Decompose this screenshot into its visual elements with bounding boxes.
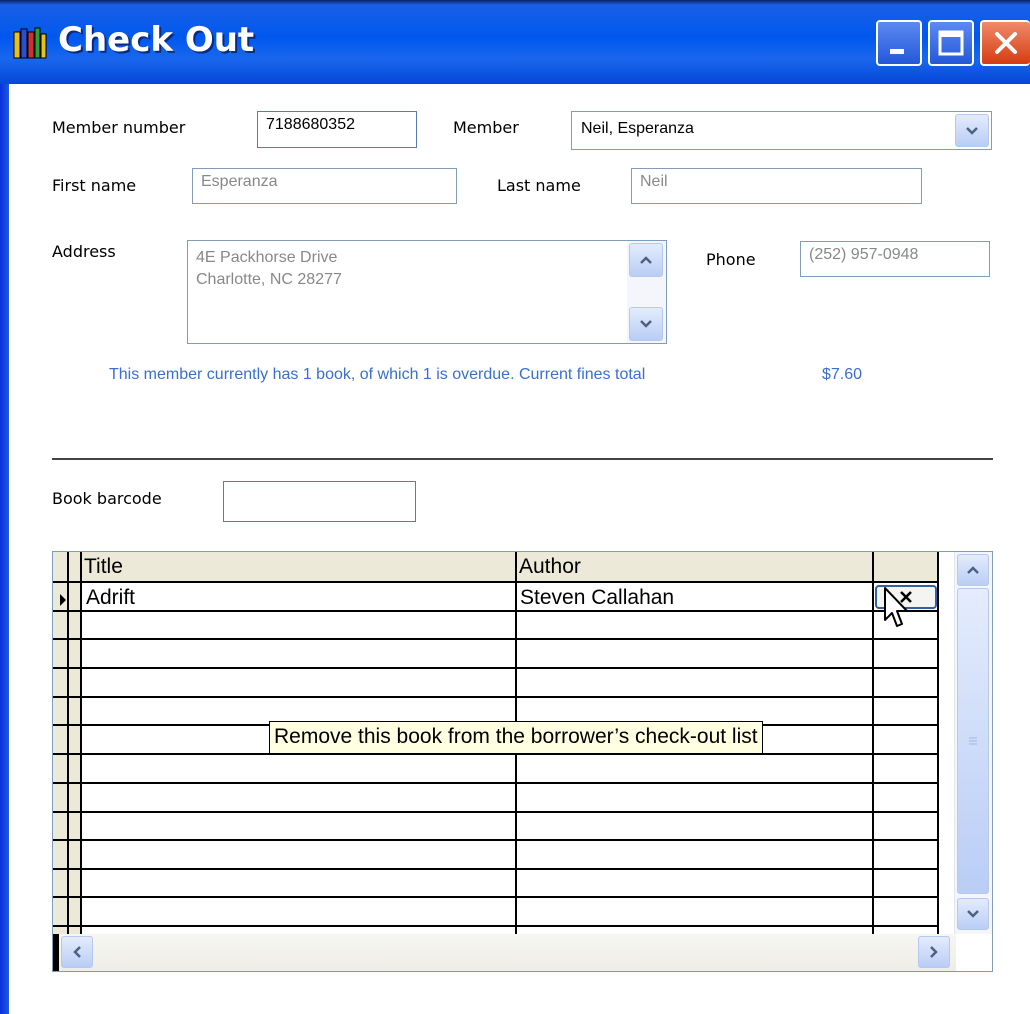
- cell-author[interactable]: Steven Callahan: [520, 586, 674, 610]
- phone-field[interactable]: (252) 957-0948: [800, 241, 990, 277]
- window-title: Check Out: [58, 20, 255, 60]
- grid-line: [53, 782, 939, 784]
- section-divider: [52, 458, 993, 460]
- member-number-value: 7188680352: [266, 116, 355, 133]
- address-scroll-down-button[interactable]: [629, 307, 663, 341]
- grid-horizontal-scrollbar[interactable]: [53, 934, 956, 971]
- chevron-up-icon: [640, 256, 652, 264]
- title-bar[interactable]: Check Out: [0, 0, 1030, 84]
- grid-vertical-scrollbar[interactable]: [954, 552, 992, 934]
- current-row-indicator: [60, 594, 66, 606]
- last-name-field[interactable]: Neil: [631, 168, 922, 204]
- cell-title[interactable]: Adrift: [86, 586, 135, 610]
- book-barcode-input[interactable]: [223, 481, 416, 522]
- grid-line: [53, 896, 939, 898]
- member-label: Member: [453, 118, 519, 137]
- grid-line: [53, 610, 939, 612]
- close-icon: [995, 32, 1017, 54]
- address-scrollbar[interactable]: [627, 241, 666, 343]
- address-label: Address: [52, 242, 116, 261]
- grip-icon: [969, 737, 977, 745]
- address-line-1: 4E Packhorse Drive: [196, 249, 338, 266]
- minimize-icon: [890, 49, 904, 54]
- grid-header: Title Author: [53, 552, 939, 583]
- chevron-right-icon: [930, 946, 938, 958]
- member-number-label: Member number: [52, 118, 186, 137]
- maximize-button[interactable]: [928, 20, 974, 66]
- grid-line: [53, 638, 939, 640]
- grid-scroll-down-button[interactable]: [957, 898, 989, 930]
- grid-scroll-left-button[interactable]: [61, 936, 93, 968]
- column-header-author[interactable]: Author: [516, 552, 872, 581]
- record-marker: [53, 934, 59, 971]
- grid-scroll-up-button[interactable]: [957, 554, 989, 586]
- first-name-label: First name: [52, 176, 137, 195]
- grid-line: [53, 868, 939, 870]
- grid-line: [53, 667, 939, 669]
- last-name-value: Neil: [640, 173, 668, 190]
- grid-scroll-right-button[interactable]: [918, 936, 950, 968]
- member-select-value: Neil, Esperanza: [581, 120, 694, 137]
- close-button[interactable]: [980, 20, 1030, 66]
- minimize-button[interactable]: [876, 20, 922, 66]
- chevron-left-icon: [73, 946, 81, 958]
- chevron-down-icon: [640, 320, 652, 328]
- grid-line: [53, 811, 939, 813]
- window-frame: [0, 0, 9, 1014]
- checkout-grid[interactable]: Title Author Adrift Steven Callahan: [52, 551, 993, 972]
- library-books-icon: [13, 27, 47, 59]
- mouse-cursor-icon: [884, 587, 908, 627]
- maximize-icon: [938, 30, 964, 56]
- grid-line: [53, 696, 939, 698]
- member-dropdown-button[interactable]: [955, 114, 989, 147]
- remove-book-tooltip: Remove this book from the borrower’s che…: [269, 721, 763, 754]
- grid-scroll-thumb[interactable]: [957, 588, 989, 894]
- column-header-title[interactable]: Title: [81, 552, 515, 581]
- member-select[interactable]: Neil, Esperanza: [571, 111, 992, 150]
- grid-line: [53, 839, 939, 841]
- address-scroll-up-button[interactable]: [629, 243, 663, 277]
- fines-total: $7.60: [822, 366, 863, 383]
- grid-line: [53, 925, 939, 927]
- first-name-field[interactable]: Esperanza: [192, 168, 457, 204]
- first-name-value: Esperanza: [201, 173, 278, 190]
- address-text: 4E Packhorse Drive Charlotte, NC 28277: [196, 247, 342, 291]
- chevron-down-icon: [966, 126, 978, 135]
- address-field[interactable]: 4E Packhorse Drive Charlotte, NC 28277: [187, 240, 667, 344]
- book-barcode-label: Book barcode: [52, 489, 162, 508]
- last-name-label: Last name: [497, 176, 581, 195]
- address-line-2: Charlotte, NC 28277: [196, 271, 342, 288]
- member-number-input[interactable]: 7188680352: [257, 111, 417, 148]
- chevron-up-icon: [967, 566, 979, 574]
- check-out-window: Check Out Member number 7188680352 Membe…: [0, 0, 1030, 1014]
- chevron-down-icon: [967, 910, 979, 918]
- phone-label: Phone: [706, 250, 756, 269]
- member-status-text: This member currently has 1 book, of whi…: [109, 366, 646, 383]
- phone-value: (252) 957-0948: [809, 246, 919, 263]
